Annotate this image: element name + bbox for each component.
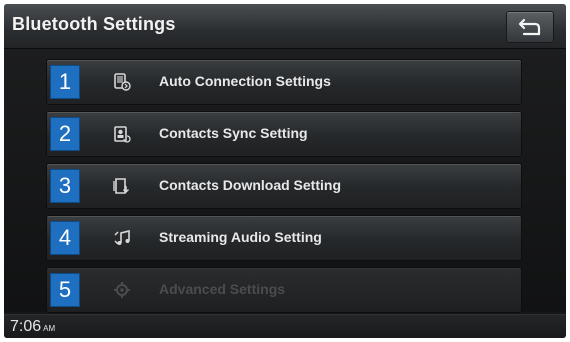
back-arrow-icon — [518, 18, 541, 36]
status-bar: 7:06 AM — [4, 314, 566, 338]
callout-number: 2 — [50, 117, 80, 151]
menu-item-label: Contacts Download Setting — [159, 177, 341, 193]
advanced-settings-icon — [114, 282, 130, 298]
streaming-audio-setting-item[interactable]: Streaming Audio Setting — [46, 215, 522, 261]
settings-menu: Auto Connection Settings Contacts Sync S… — [4, 49, 566, 313]
page-title: Bluetooth Settings — [12, 14, 176, 34]
menu-item-label: Auto Connection Settings — [159, 73, 331, 89]
streaming-audio-icon — [114, 229, 130, 245]
clock: 7:06 AM — [10, 318, 55, 336]
contacts-download-setting-item[interactable]: Contacts Download Setting — [46, 163, 522, 209]
menu-item-label: Streaming Audio Setting — [159, 229, 322, 245]
callout-number: 1 — [50, 65, 80, 99]
menu-item-label: Advanced Settings — [159, 281, 286, 297]
menu-item-label: Contacts Sync Setting — [159, 125, 308, 141]
clock-ampm: AM — [43, 324, 56, 333]
callout-number: 5 — [50, 273, 80, 307]
auto-connection-icon — [114, 73, 131, 91]
contacts-download-icon — [113, 178, 129, 194]
clock-time: 7:06 — [10, 318, 42, 335]
contacts-sync-icon — [114, 126, 131, 143]
callout-number: 4 — [50, 221, 80, 255]
back-button[interactable] — [506, 11, 554, 43]
head-unit-screen: Bluetooth Settings Auto Connection Setti… — [4, 4, 566, 338]
contacts-sync-setting-item[interactable]: Contacts Sync Setting — [46, 111, 522, 157]
advanced-settings-item: Advanced Settings — [46, 267, 522, 313]
callout-number: 3 — [50, 169, 80, 203]
auto-connection-settings-item[interactable]: Auto Connection Settings — [46, 59, 522, 105]
title-bar: Bluetooth Settings — [4, 4, 566, 49]
